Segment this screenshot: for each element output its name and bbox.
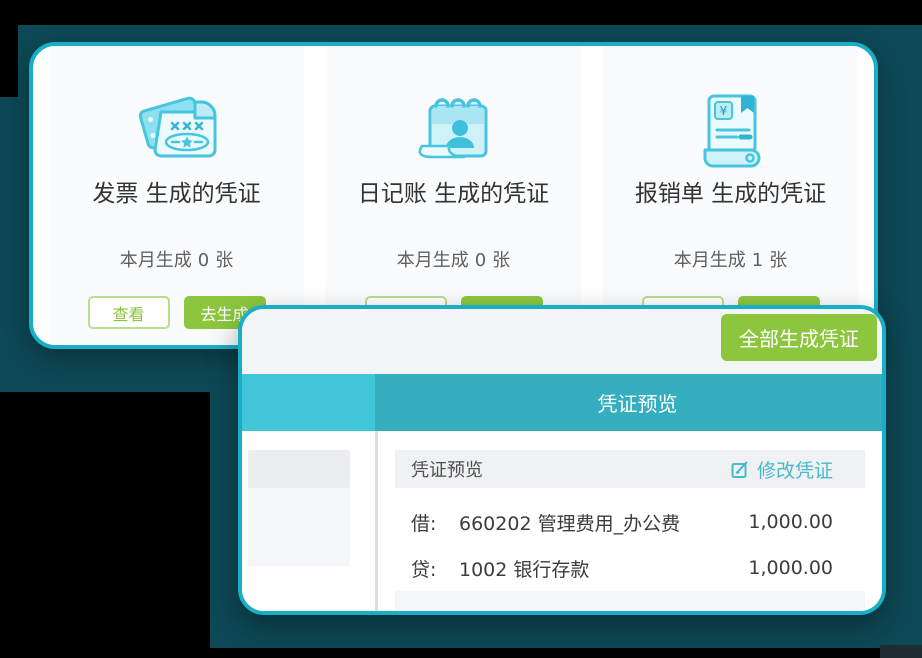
voucher-preview-panel: 全部生成凭证 凭证预览 凭证预览 修改凭证 <box>238 305 886 615</box>
invoice-icon <box>127 86 227 170</box>
card-count: 本月生成1张 <box>671 246 790 272</box>
preview-title-bar: 凭证预览 <box>242 374 882 431</box>
view-button[interactable]: 查看 <box>88 296 170 329</box>
svg-text:¥: ¥ <box>719 104 727 118</box>
card-journal: 日记账 生成的凭证 本月生成0张 查看 去生成 <box>326 46 581 345</box>
section-footer <box>395 591 865 611</box>
card-invoice: 发票 生成的凭证 本月生成0张 查看 去生成 <box>49 46 304 345</box>
card-title: 日记账 生成的凭证 <box>358 174 549 208</box>
count-value: 0 <box>198 250 209 271</box>
journal-icon <box>404 86 504 170</box>
bottom-black-bar <box>0 648 922 658</box>
preview-body: 凭证预览 修改凭证 借: 660202 管理费用_办公费 1,000.00 <box>242 431 882 611</box>
voucher-section-header: 凭证预览 修改凭证 <box>395 450 865 488</box>
cards-row: 发票 生成的凭证 本月生成0张 查看 去生成 日记账 生成的凭证 本月生成0张 <box>33 46 874 345</box>
title-bar-right-segment: 凭证预览 <box>375 374 882 431</box>
generate-all-button[interactable]: 全部生成凭证 <box>721 314 877 361</box>
entry-side: 贷: <box>411 555 459 582</box>
voucher-section: 凭证预览 修改凭证 借: 660202 管理费用_办公费 1,000.00 <box>395 450 865 611</box>
preview-header: 全部生成凭证 <box>242 309 882 374</box>
left-black-notch <box>0 25 18 97</box>
entry-amount: 1,000.00 <box>748 511 833 533</box>
preview-main: 凭证预览 修改凭证 借: 660202 管理费用_办公费 1,000.00 <box>378 431 882 611</box>
voucher-list-item-placeholder[interactable] <box>248 450 350 488</box>
edit-voucher-link[interactable]: 修改凭证 <box>731 456 833 483</box>
entry-account: 660202 管理费用_办公费 <box>459 509 748 536</box>
edit-icon <box>731 460 750 479</box>
voucher-entry-debit: 借: 660202 管理费用_办公费 1,000.00 <box>395 504 865 540</box>
title-bar-left-segment <box>242 374 375 431</box>
card-count: 本月生成0张 <box>394 246 513 272</box>
card-count: 本月生成0张 <box>117 246 236 272</box>
voucher-entry-credit: 贷: 1002 银行存款 1,000.00 <box>395 550 865 586</box>
bottom-right-dark-corner <box>880 645 922 658</box>
entry-amount: 1,000.00 <box>748 557 833 579</box>
voucher-list-sidebar <box>242 431 375 611</box>
top-black-bar <box>0 0 922 25</box>
edit-link-label: 修改凭证 <box>757 456 833 483</box>
section-title: 凭证预览 <box>411 456 483 482</box>
count-value: 0 <box>475 250 486 271</box>
entry-side: 借: <box>411 509 459 536</box>
card-title: 发票 生成的凭证 <box>92 174 260 208</box>
card-title: 报销单 生成的凭证 <box>635 174 826 208</box>
count-value: 1 <box>752 250 763 271</box>
voucher-list-item-placeholder[interactable] <box>248 488 350 566</box>
card-expense: ¥ 报销单 生成的凭证 本月生成1张 查看 去生成 <box>603 46 858 345</box>
preview-bar-title: 凭证预览 <box>598 388 678 417</box>
bottom-left-black-block <box>0 392 210 658</box>
expense-icon: ¥ <box>681 86 781 170</box>
voucher-cards-panel: 发票 生成的凭证 本月生成0张 查看 去生成 日记账 生成的凭证 本月生成0张 <box>29 42 878 349</box>
entry-account: 1002 银行存款 <box>459 555 748 582</box>
